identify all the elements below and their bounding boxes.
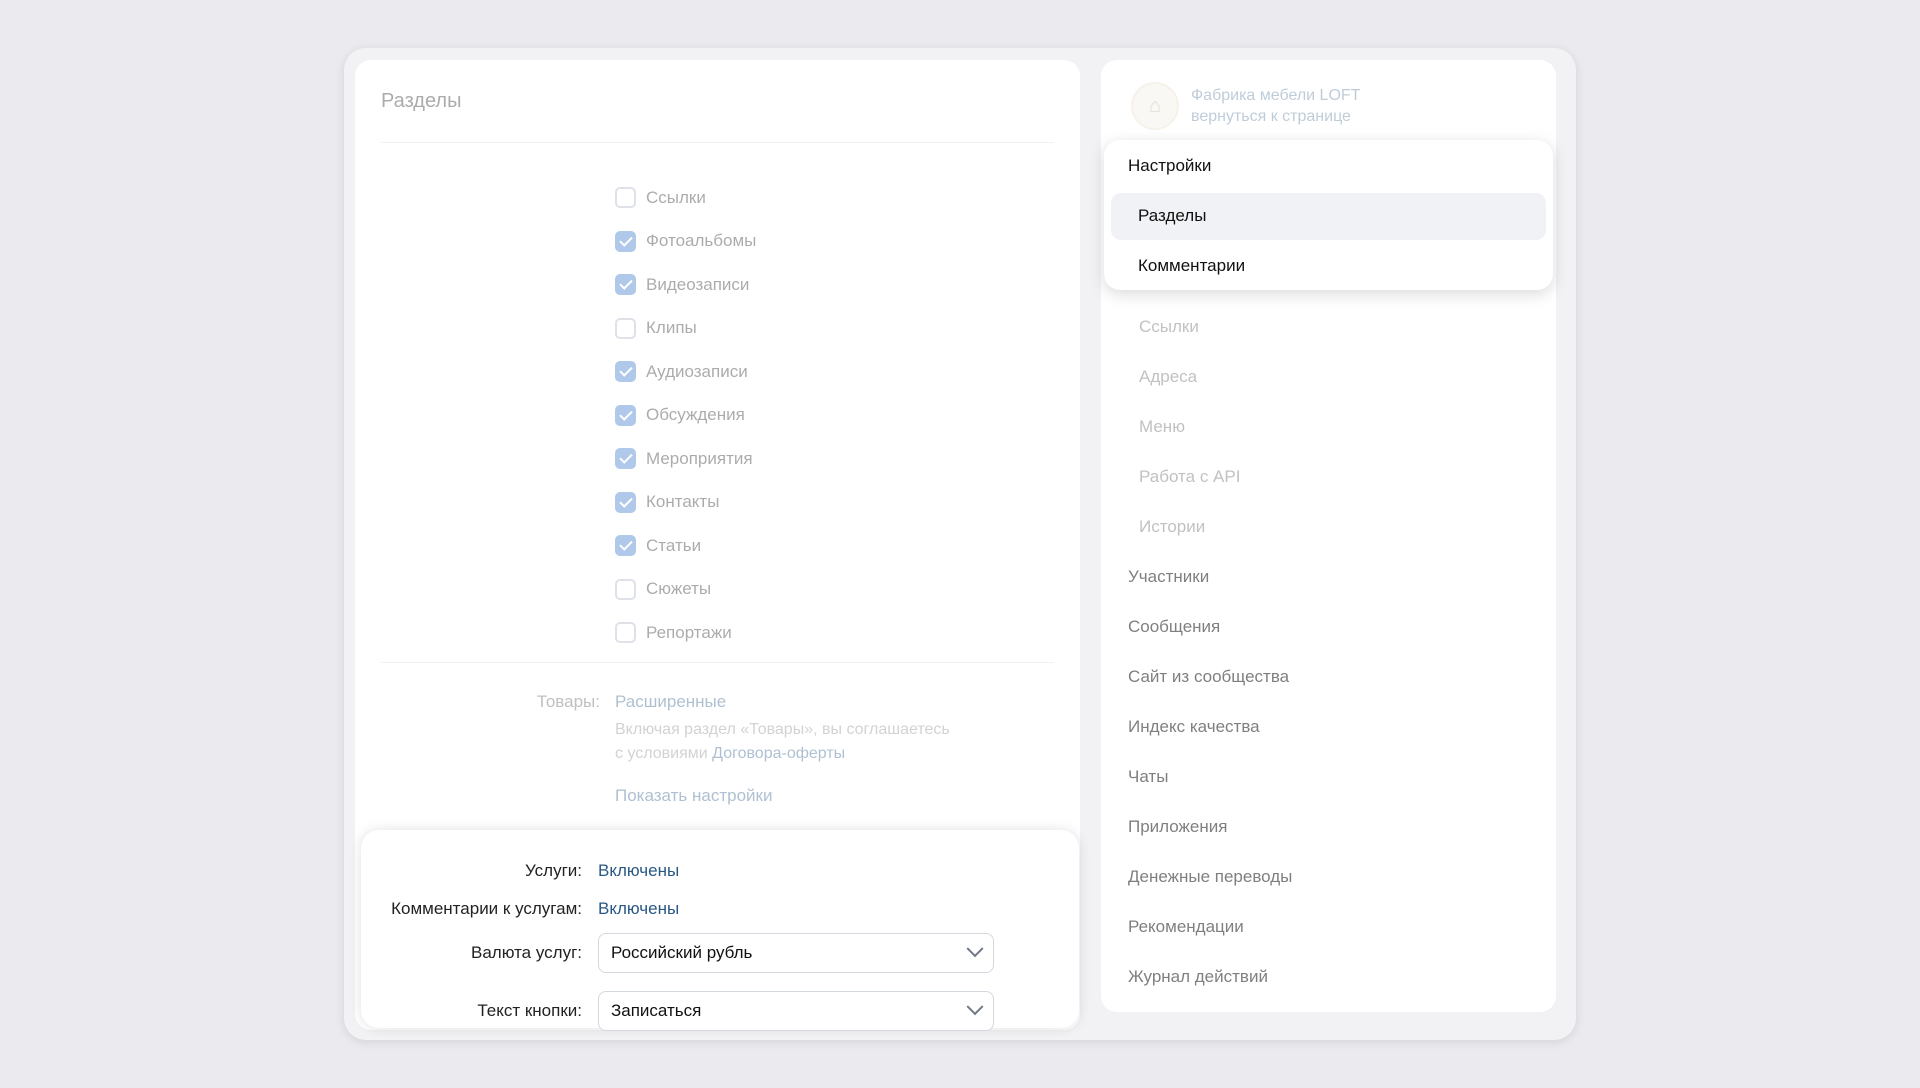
service-comments-toggle-link[interactable]: Включены <box>598 899 679 919</box>
section-checkbox-label: Обсуждения <box>646 405 745 425</box>
section-checkbox-label: Мероприятия <box>646 448 753 468</box>
goods-note: Включая раздел «Товары», вы соглашаетесь… <box>615 718 995 766</box>
dropdown-item-comments[interactable]: Комментарии <box>1138 256 1245 276</box>
button-text-label: Текст кнопки: <box>477 1001 582 1020</box>
nav-item-apps[interactable]: Приложения <box>1128 817 1227 837</box>
panel-title: Разделы <box>381 90 462 112</box>
settings-dropdown: Настройки Разделы Комментарии <box>1104 140 1553 290</box>
nav-sub-item-menu[interactable]: Меню <box>1139 417 1185 437</box>
section-checkbox-item[interactable]: Репортажи <box>615 611 756 655</box>
checkbox-empty-icon[interactable] <box>615 578 636 600</box>
button-text-row: Текст кнопки: Записаться <box>361 991 994 1031</box>
section-checkbox-label: Ссылки <box>646 187 706 207</box>
nav-item-money-transfers[interactable]: Денежные переводы <box>1128 867 1292 887</box>
currency-row: Валюта услуг: Российский рубль <box>361 933 994 973</box>
divider <box>381 142 1054 143</box>
chevron-down-icon <box>966 940 984 958</box>
checkbox-empty-icon[interactable] <box>615 622 636 644</box>
section-checkbox-item[interactable]: Сюжеты <box>615 568 756 612</box>
group-name[interactable]: Фабрика мебели LOFT <box>1191 85 1360 106</box>
checkbox-checked-icon[interactable] <box>615 361 636 383</box>
back-to-page-link[interactable]: вернуться к странице <box>1191 106 1360 127</box>
service-comments-row: Комментарии к услугам: Включены <box>361 899 679 919</box>
nav-item-messages[interactable]: Сообщения <box>1128 617 1220 637</box>
section-checkbox-label: Аудиозаписи <box>646 361 748 381</box>
section-checkbox-label: Фотоальбомы <box>646 231 757 251</box>
section-checkbox-item[interactable]: Видеозаписи <box>615 263 756 307</box>
section-checkbox-item[interactable]: Контакты <box>615 481 756 525</box>
goods-note-line2: с условиями <box>615 745 713 762</box>
services-row: Услуги: Включены <box>361 861 679 881</box>
checkbox-checked-icon[interactable] <box>615 491 636 513</box>
show-settings-link[interactable]: Показать настройки <box>615 786 772 806</box>
chevron-down-icon <box>966 998 984 1016</box>
nav-sub-item-links[interactable]: Ссылки <box>1139 317 1199 337</box>
nav-item-action-log[interactable]: Журнал действий <box>1128 967 1268 987</box>
checkbox-checked-icon[interactable] <box>615 448 636 470</box>
section-checkbox-item[interactable]: Аудиозаписи <box>615 350 756 394</box>
services-label: Услуги: <box>524 861 582 880</box>
service-comments-label: Комментарии к услугам: <box>391 899 582 918</box>
nav-item-chats[interactable]: Чаты <box>1128 767 1168 787</box>
checkbox-empty-icon[interactable] <box>615 317 636 339</box>
currency-value: Российский рубль <box>611 943 753 962</box>
section-checkbox-label: Сюжеты <box>646 579 712 599</box>
nav-item-quality-index[interactable]: Индекс качества <box>1128 717 1260 737</box>
goods-note-line1: Включая раздел «Товары», вы соглашаетесь <box>615 721 950 738</box>
currency-label: Валюта услуг: <box>470 943 582 962</box>
section-checkbox-label: Клипы <box>646 318 697 338</box>
settings-dropdown-header[interactable]: Настройки <box>1128 156 1211 176</box>
section-checkbox-item[interactable]: Статьи <box>615 524 756 568</box>
dropdown-item-sections[interactable]: Разделы <box>1138 206 1206 226</box>
sections-checkbox-list: Ссылки Фотоальбомы Видеозаписи Клипы Аудиоза… <box>615 176 756 655</box>
nav-item-recommendations[interactable]: Рекомендации <box>1128 917 1244 937</box>
section-checkbox-item[interactable]: Клипы <box>615 307 756 351</box>
section-checkbox-item[interactable]: Ссылки <box>615 176 756 220</box>
currency-select[interactable]: Российский рубль <box>598 933 994 973</box>
checkbox-checked-icon[interactable] <box>615 274 636 296</box>
checkbox-checked-icon[interactable] <box>615 230 636 252</box>
section-checkbox-label: Видеозаписи <box>646 274 750 294</box>
nav-sub-item-addresses[interactable]: Адреса <box>1139 367 1197 387</box>
section-checkbox-label: Контакты <box>646 492 720 512</box>
button-text-value: Записаться <box>611 1001 702 1020</box>
section-checkbox-item[interactable]: Фотоальбомы <box>615 220 756 264</box>
section-checkbox-label: Репортажи <box>646 622 732 642</box>
checkbox-empty-icon[interactable] <box>615 187 636 209</box>
section-checkbox-item[interactable]: Обсуждения <box>615 394 756 438</box>
services-toggle-link[interactable]: Включены <box>598 861 679 881</box>
section-checkbox-label: Статьи <box>646 535 702 555</box>
services-settings-card: Услуги: Включены Комментарии к услугам: … <box>361 830 1079 1031</box>
divider <box>381 662 1054 663</box>
nav-sub-item-stories[interactable]: Истории <box>1139 517 1205 537</box>
checkbox-checked-icon[interactable] <box>615 535 636 557</box>
nav-item-community-site[interactable]: Сайт из сообщества <box>1128 667 1289 687</box>
group-avatar: ⌂ <box>1131 82 1179 130</box>
group-header[interactable]: ⌂ Фабрика мебели LOFT вернуться к страни… <box>1131 82 1360 130</box>
checkbox-checked-icon[interactable] <box>615 404 636 426</box>
offer-contract-link[interactable]: Договора-оферты <box>712 745 845 762</box>
goods-label: Товары: <box>536 692 600 711</box>
nav-sub-item-api[interactable]: Работа с API <box>1139 467 1240 487</box>
nav-item-members[interactable]: Участники <box>1128 567 1209 587</box>
goods-value-link[interactable]: Расширенные <box>615 692 726 712</box>
button-text-select[interactable]: Записаться <box>598 991 994 1031</box>
section-checkbox-item[interactable]: Мероприятия <box>615 437 756 481</box>
